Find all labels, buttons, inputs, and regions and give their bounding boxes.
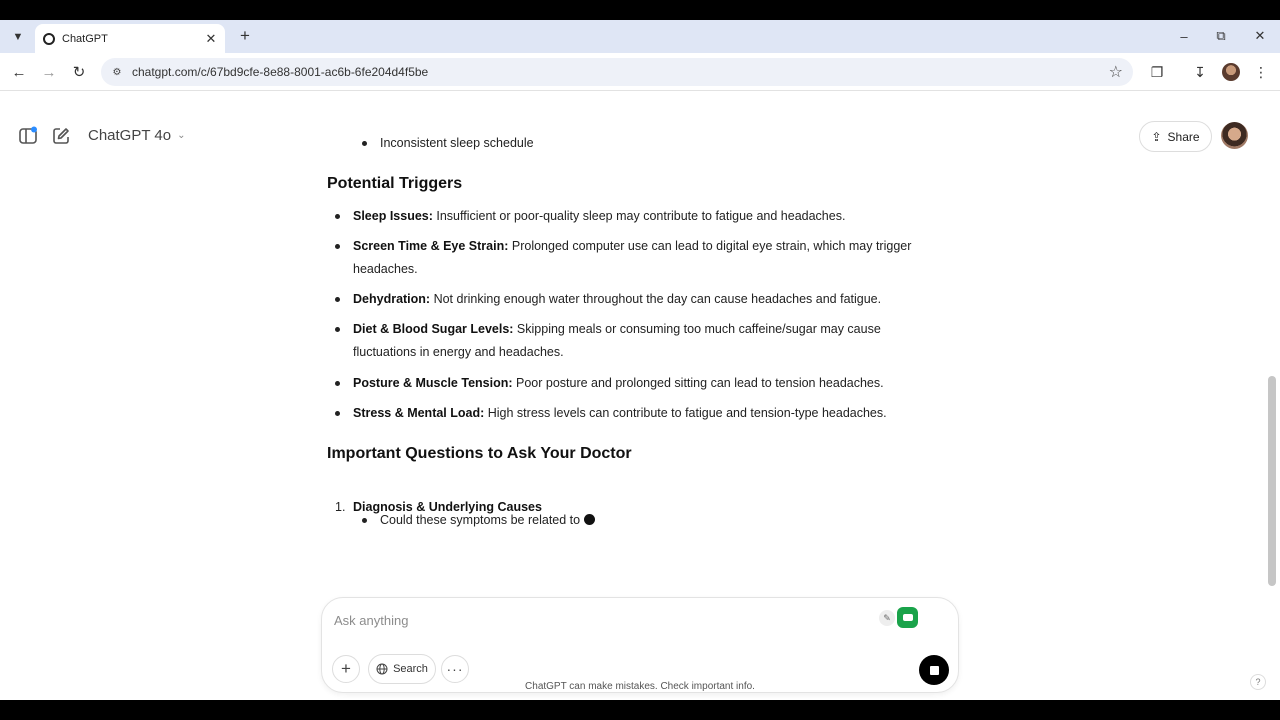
section-heading: Potential Triggers [327,175,463,192]
chevron-down-icon: ⌄ [177,130,186,141]
list-item: Stress & Mental Load: High stress levels… [335,402,945,425]
window-close-icon[interactable]: ✕ [1250,27,1270,45]
share-button[interactable]: ⇪ Share [1139,121,1212,152]
forward-icon[interactable]: → [39,62,59,82]
search-button[interactable]: Search [368,654,436,684]
browser-toolbar: ← → ↻ ⚙ chatgpt.com/c/67bd9cfe-8e88-8001… [0,53,1280,91]
restore-icon[interactable]: ⧉ [1211,27,1231,45]
back-icon[interactable]: ← [9,62,29,82]
bullet-icon [335,381,340,386]
tab-title: ChatGPT [62,32,108,45]
list-item: Inconsistent sleep schedule [362,133,534,153]
reload-icon[interactable]: ↻ [69,62,89,82]
more-options-button[interactable]: ··· [441,655,469,683]
browser-menu-icon[interactable]: ⋮ [1251,62,1271,82]
list-item: Screen Time & Eye Strain: Prolonged comp… [335,235,945,281]
url-text[interactable]: chatgpt.com/c/67bd9cfe-8e88-8001-ac6b-6f… [132,65,428,79]
message-composer: ✎ + Search ··· [321,597,959,693]
close-tab-icon[interactable]: ✕ [203,31,219,47]
bullet-icon [362,518,367,523]
bookmark-star-icon[interactable]: ☆ [1109,62,1123,82]
share-label: Share [1167,129,1200,144]
scrollbar[interactable] [1265,116,1280,700]
list-item: Sleep Issues: Insufficient or poor-quali… [335,205,945,228]
bullet-icon [335,244,340,249]
sidebar-toggle-icon[interactable] [18,126,38,146]
model-label: ChatGPT 4o [88,127,172,144]
site-settings-icon[interactable]: ⚙ [109,64,125,80]
disclaimer-text: ChatGPT can make mistakes. Check importa… [525,681,755,692]
bullet-icon [335,214,340,219]
model-selector[interactable]: ChatGPT 4o ⌄ [88,127,186,144]
new-tab-icon[interactable]: + [236,26,254,45]
new-chat-icon[interactable] [52,127,70,145]
minimize-icon[interactable]: – [1174,27,1194,45]
list-item: Dehydration: Not drinking enough water t… [335,288,945,311]
address-bar[interactable]: ⚙ chatgpt.com/c/67bd9cfe-8e88-8001-ac6b-… [101,58,1133,86]
search-label: Search [393,663,428,675]
browser-tab[interactable]: ChatGPT ✕ [35,24,225,53]
list-item: Could these symptoms be related to [362,510,596,530]
bullet-icon [335,327,340,332]
browser-profile-avatar[interactable] [1222,63,1240,81]
share-icon: ⇪ [1151,129,1162,144]
bullet-icon [335,297,340,302]
bullet-icon [335,411,340,416]
tab-search-icon[interactable]: ▼ [8,27,28,47]
streaming-cursor-icon [584,514,596,525]
attach-button[interactable]: + [332,655,360,683]
list-item: Diet & Blood Sugar Levels: Skipping meal… [335,318,945,364]
section-heading: Important Questions to Ask Your Doctor [327,445,632,462]
prompt-input[interactable] [334,610,834,630]
pencil-extension-icon[interactable]: ✎ [879,610,895,626]
download-icon[interactable]: ↧ [1190,62,1210,82]
avatar[interactable] [1221,122,1248,149]
globe-icon [376,663,388,675]
scroll-thumb[interactable] [1268,376,1276,586]
chatgpt-favicon-icon [43,32,55,45]
browser-window: ▼ ChatGPT ✕ + – ⧉ ✕ ← → ↻ ⚙ chatgpt.com/… [0,20,1280,700]
tab-strip: ▼ ChatGPT ✕ + – ⧉ ✕ [0,20,1280,53]
grammar-extension-icon[interactable] [897,607,918,628]
list-item: Posture & Muscle Tension: Poor posture a… [335,372,945,395]
extensions-icon[interactable]: ❐ [1147,62,1167,82]
help-button[interactable]: ? [1250,674,1266,690]
stop-icon [929,665,939,675]
bullet-icon [362,141,367,146]
